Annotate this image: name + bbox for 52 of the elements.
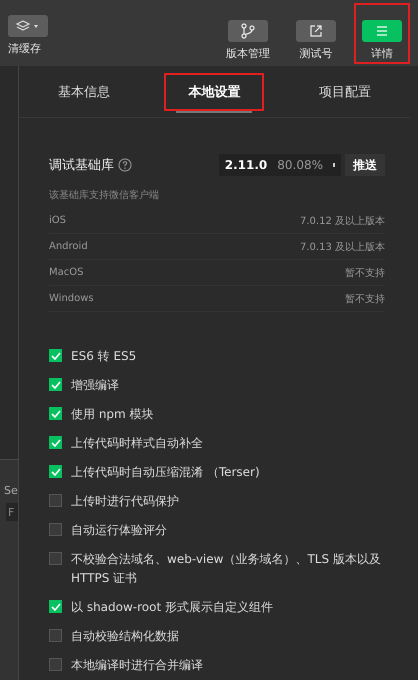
branch-toolbar-button[interactable] (228, 20, 268, 42)
external-toolbar-button[interactable] (296, 20, 336, 42)
platform-version: 暂不支持 (345, 292, 385, 306)
clear-cache-label: 清缓存 (8, 41, 41, 56)
checkbox[interactable] (49, 629, 62, 642)
option-label: 自动校验结构化数据 (71, 628, 179, 645)
checkbox[interactable] (49, 552, 62, 565)
platform-name: Android (49, 241, 88, 252)
tab[interactable]: 本地设置 (164, 72, 264, 110)
checkbox[interactable] (49, 658, 62, 671)
option-label: 自动运行体验评分 (71, 522, 167, 539)
panel-label: Se (3, 484, 18, 497)
tab[interactable]: 基本信息 (38, 72, 130, 110)
checkbox[interactable] (49, 349, 62, 362)
toolbar-label: 版本管理 (226, 46, 270, 61)
menu-icon (376, 26, 388, 36)
checkbox[interactable] (49, 494, 62, 507)
platform-version: 7.0.13 及以上版本 (300, 240, 385, 254)
input-field[interactable]: F (6, 503, 18, 521)
option-label: 使用 npm 模块 (71, 406, 154, 423)
option-label: 增强编译 (71, 377, 119, 394)
option-label: 上传代码时样式自动补全 (71, 435, 203, 452)
toolbar-label: 测试号 (300, 46, 332, 61)
platform-name: iOS (49, 215, 66, 226)
push-button[interactable]: 推送 (345, 154, 385, 176)
option-label: ES6 转 ES5 (71, 348, 136, 365)
layers-dropdown-button[interactable] (8, 15, 48, 37)
option-label: 本地编译时进行合并编译 (71, 657, 203, 674)
debug-library-label: 调试基础库 (49, 157, 114, 174)
platform-name: MacOS (49, 267, 84, 278)
checkbox[interactable] (49, 600, 62, 613)
option-label: 不校验合法域名、web-view（业务域名）、TLS 版本以及 HTTPS 证书 (71, 551, 382, 587)
platform-version: 暂不支持 (345, 266, 385, 280)
support-title: 该基础库支持微信客户端 (49, 188, 160, 202)
checkbox[interactable] (49, 378, 62, 391)
option-label: 以 shadow-root 形式展示自定义组件 (71, 599, 274, 616)
branch-icon (240, 23, 256, 39)
checkbox[interactable] (49, 436, 62, 449)
toolbar-label: 详情 (371, 46, 393, 61)
version-select[interactable]: 2.11.0 80.08% (218, 154, 341, 176)
checkbox[interactable] (49, 523, 62, 536)
checkbox[interactable] (49, 407, 62, 420)
platform-name: Windows (49, 293, 94, 304)
layers-icon (15, 19, 41, 33)
checkbox[interactable] (49, 465, 62, 478)
menu-toolbar-button[interactable] (362, 20, 402, 42)
help-icon (118, 158, 132, 172)
external-link-icon (309, 24, 323, 38)
option-label: 上传时进行代码保护 (71, 493, 179, 510)
platform-version: 7.0.12 及以上版本 (300, 214, 385, 228)
tab[interactable]: 项目配置 (298, 72, 391, 110)
option-label: 上传代码时自动压缩混淆 （Terser) (71, 464, 260, 481)
